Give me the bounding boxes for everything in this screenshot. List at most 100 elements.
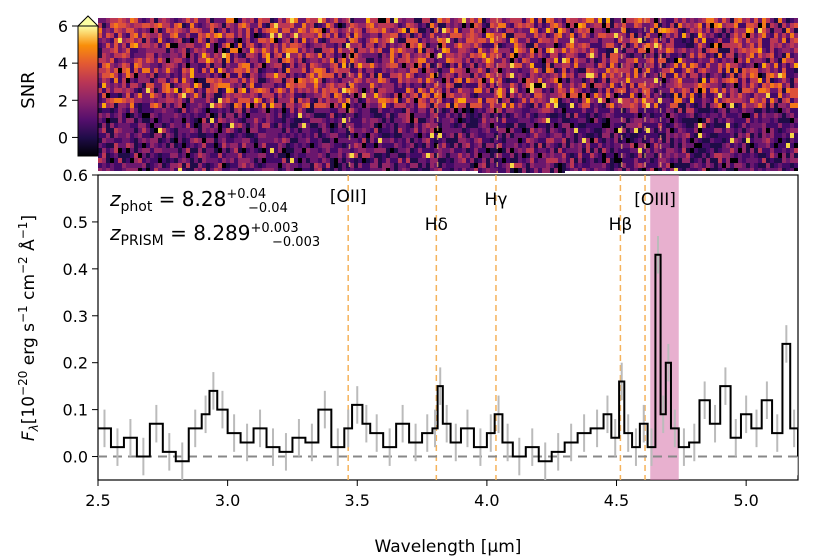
heatmap-cell bbox=[586, 88, 590, 93]
heatmap-cell bbox=[598, 58, 602, 63]
heatmap-cell bbox=[298, 83, 302, 88]
heatmap-cell bbox=[394, 123, 398, 128]
heatmap-cell bbox=[110, 18, 114, 23]
heatmap-cell bbox=[490, 128, 494, 133]
heatmap-cell bbox=[162, 28, 166, 33]
heatmap-cell bbox=[462, 28, 466, 33]
heatmap-cell bbox=[778, 103, 782, 108]
heatmap-cell bbox=[442, 143, 446, 148]
heatmap-cell bbox=[702, 43, 706, 48]
heatmap-cell bbox=[546, 83, 550, 88]
heatmap-cell bbox=[566, 108, 570, 113]
heatmap-cell bbox=[294, 63, 298, 68]
heatmap-cell bbox=[682, 38, 686, 43]
heatmap-cell bbox=[734, 68, 738, 73]
heatmap-cell bbox=[370, 98, 374, 103]
heatmap-cell bbox=[270, 113, 274, 118]
heatmap-cell bbox=[398, 153, 402, 158]
heatmap-cell bbox=[102, 103, 106, 108]
heatmap-cell bbox=[354, 88, 358, 93]
heatmap-cell bbox=[606, 78, 610, 83]
heatmap-cell bbox=[198, 68, 202, 73]
heatmap-cell bbox=[190, 63, 194, 68]
heatmap-cell bbox=[506, 43, 510, 48]
heatmap-cell bbox=[270, 108, 274, 113]
heatmap-cell bbox=[742, 153, 746, 158]
heatmap-cell bbox=[142, 88, 146, 93]
heatmap-cell bbox=[546, 88, 550, 93]
heatmap-cell bbox=[734, 128, 738, 133]
heatmap-cell bbox=[510, 148, 514, 153]
heatmap-cell bbox=[398, 93, 402, 98]
heatmap-cell bbox=[318, 43, 322, 48]
heatmap-cell bbox=[654, 53, 658, 58]
heatmap-cell bbox=[254, 48, 258, 53]
heatmap-cell bbox=[778, 123, 782, 128]
heatmap-cell bbox=[114, 33, 118, 38]
heatmap-cell bbox=[446, 58, 450, 63]
heatmap-cell bbox=[338, 93, 342, 98]
heatmap-cell bbox=[602, 68, 606, 73]
heatmap-cell bbox=[686, 78, 690, 83]
heatmap-cell bbox=[662, 83, 666, 88]
heatmap-cell bbox=[482, 153, 486, 158]
heatmap-cell bbox=[458, 148, 462, 153]
heatmap-cell bbox=[458, 153, 462, 158]
heatmap-cell bbox=[222, 133, 226, 138]
heatmap-cell bbox=[438, 113, 442, 118]
heatmap-cell bbox=[462, 43, 466, 48]
heatmap-cell bbox=[474, 68, 478, 73]
heatmap-cell bbox=[126, 98, 130, 103]
heatmap-cell bbox=[542, 93, 546, 98]
heatmap-cell bbox=[102, 158, 106, 163]
heatmap-cell bbox=[298, 143, 302, 148]
heatmap-cell bbox=[682, 143, 686, 148]
heatmap-cell bbox=[678, 148, 682, 153]
heatmap-cell bbox=[198, 93, 202, 98]
heatmap-cell bbox=[230, 123, 234, 128]
heatmap-cell bbox=[686, 93, 690, 98]
heatmap-cell bbox=[730, 78, 734, 83]
heatmap-cell bbox=[262, 38, 266, 43]
heatmap-cell bbox=[310, 73, 314, 78]
heatmap-cell bbox=[566, 78, 570, 83]
heatmap-cell bbox=[582, 73, 586, 78]
heatmap-cell bbox=[790, 98, 794, 103]
heatmap-cell bbox=[262, 133, 266, 138]
heatmap-cell bbox=[118, 93, 122, 98]
heatmap-cell bbox=[702, 68, 706, 73]
heatmap-cell bbox=[282, 73, 286, 78]
heatmap-cell bbox=[562, 23, 566, 28]
heatmap-cell bbox=[110, 108, 114, 113]
heatmap-cell bbox=[754, 113, 758, 118]
heatmap-cell bbox=[542, 53, 546, 58]
heatmap-cell bbox=[222, 78, 226, 83]
heatmap-cell bbox=[318, 18, 322, 23]
heatmap-cell bbox=[334, 53, 338, 58]
heatmap-cell bbox=[354, 63, 358, 68]
heatmap-cell bbox=[110, 128, 114, 133]
heatmap-cell bbox=[162, 153, 166, 158]
heatmap-cell bbox=[486, 18, 490, 23]
heatmap-cell bbox=[118, 158, 122, 163]
heatmap-cell bbox=[742, 23, 746, 28]
heatmap-cell bbox=[366, 113, 370, 118]
heatmap-cell bbox=[766, 88, 770, 93]
heatmap-cell bbox=[110, 148, 114, 153]
heatmap-cell bbox=[422, 123, 426, 128]
heatmap-cell bbox=[414, 98, 418, 103]
heatmap-cell bbox=[102, 93, 106, 98]
heatmap-cell bbox=[766, 83, 770, 88]
heatmap-cell bbox=[782, 108, 786, 113]
heatmap-cell bbox=[370, 73, 374, 78]
heatmap-cell bbox=[222, 58, 226, 63]
heatmap-cell bbox=[766, 18, 770, 23]
heatmap-cell bbox=[526, 38, 530, 43]
heatmap-cell bbox=[466, 138, 470, 143]
heatmap-cell bbox=[578, 123, 582, 128]
heatmap-cell bbox=[786, 153, 790, 158]
heatmap-cell bbox=[134, 73, 138, 78]
heatmap-cell bbox=[602, 148, 606, 153]
heatmap-cell bbox=[114, 53, 118, 58]
heatmap-cell bbox=[306, 23, 310, 28]
